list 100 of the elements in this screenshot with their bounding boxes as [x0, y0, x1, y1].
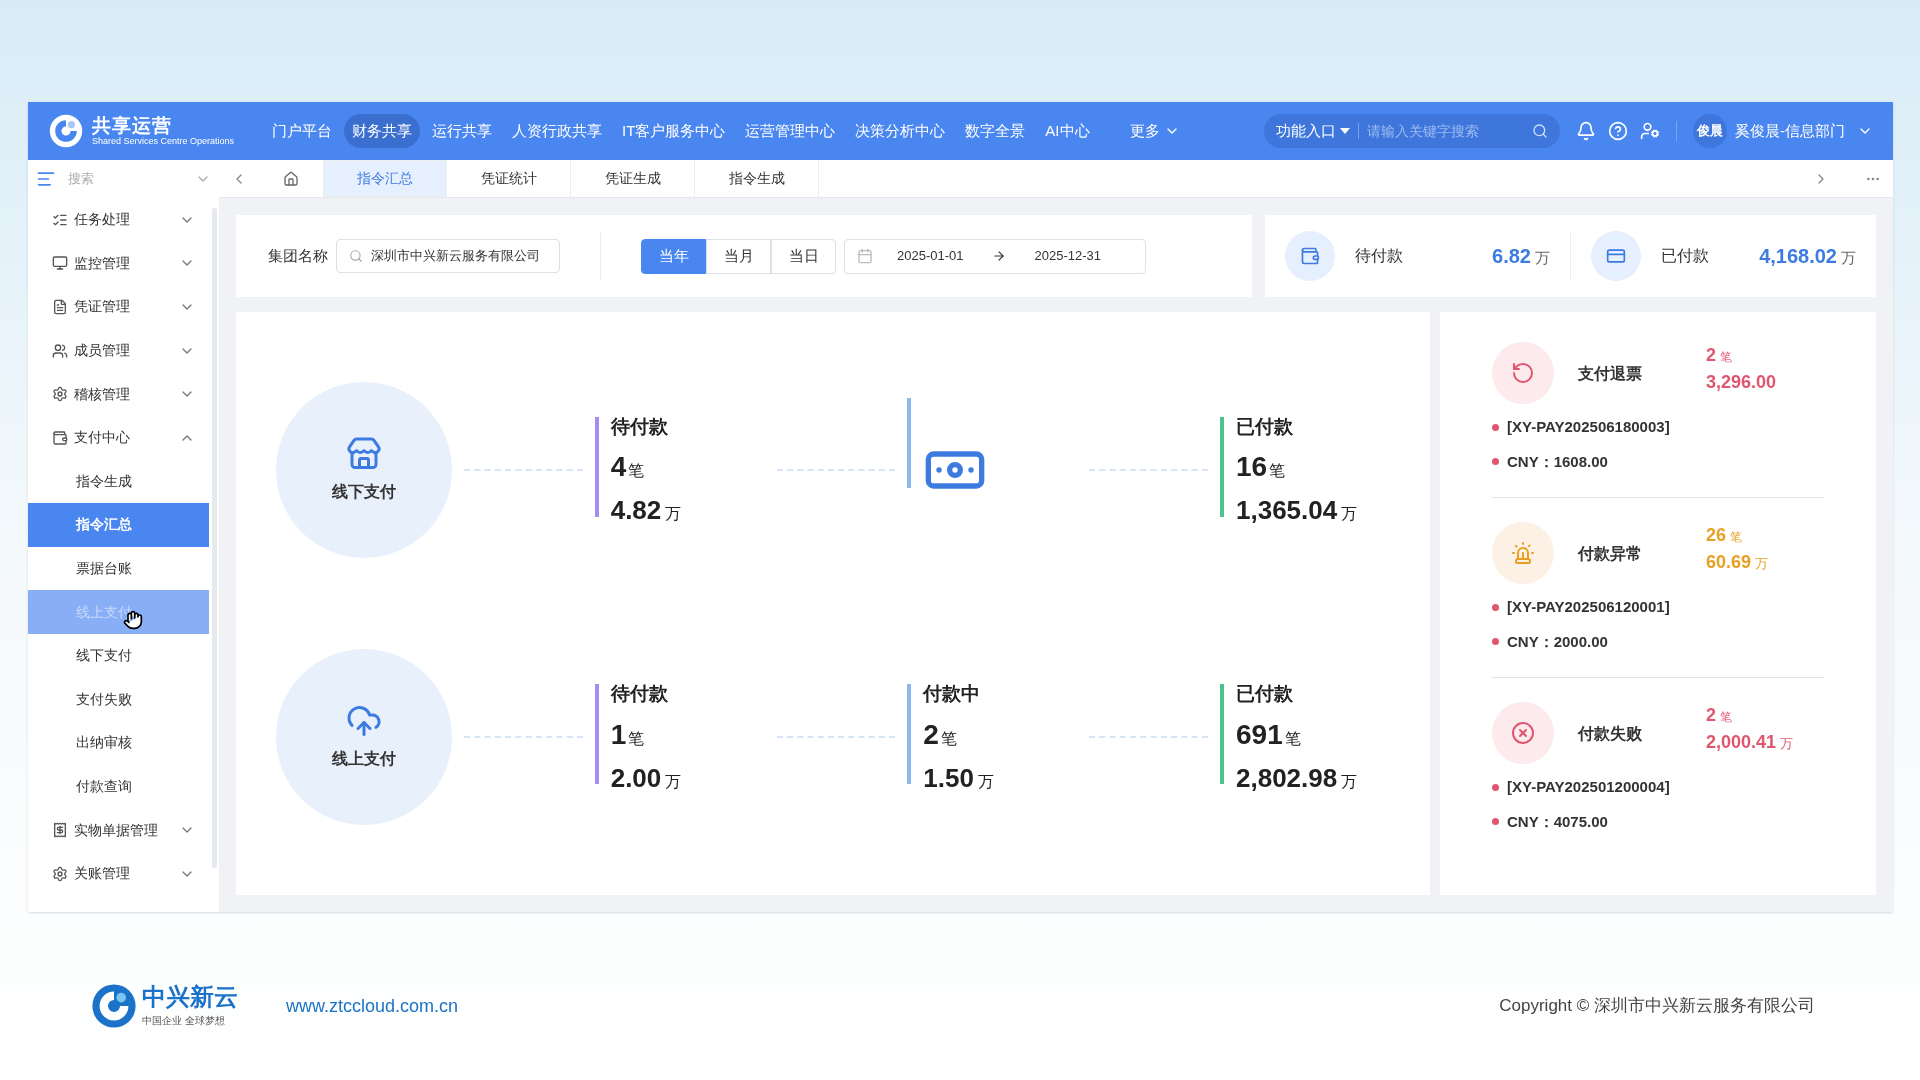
sidebar-search-field[interactable]: 搜索	[68, 169, 178, 189]
nav-tab[interactable]: AI中心	[1037, 113, 1098, 149]
sidebar-menu-item[interactable]: 实物单据管理	[28, 808, 219, 852]
menu-icon[interactable]	[36, 169, 56, 189]
sidebar-menu-item[interactable]: 关账管理	[28, 851, 219, 896]
stage-title: 待付款	[610, 414, 669, 439]
user-avatar[interactable]: 俊晨	[1693, 114, 1727, 148]
nav-tab[interactable]: 运营管理中心	[737, 113, 844, 149]
caret-down-icon	[1340, 128, 1350, 134]
help-icon[interactable]	[1608, 121, 1628, 141]
payment-code: [XY-PAY202506120001]	[1507, 597, 1670, 617]
summary-label: 已付款	[1661, 246, 1709, 266]
search-bar[interactable]: 功能入口 请输入关键字搜索	[1264, 114, 1560, 148]
gear-icon	[52, 865, 68, 882]
alert-title: 付款异常	[1578, 544, 1643, 564]
alert-amount: 60.69 万	[1706, 551, 1769, 574]
nav-tab[interactable]: 运行共享	[424, 113, 500, 149]
search-icon[interactable]	[1532, 123, 1548, 139]
stage-amount: 1,365.04 万	[1236, 497, 1358, 523]
sidebar-submenu-item[interactable]: 指令汇总	[28, 503, 209, 547]
wallet-icon	[52, 429, 68, 446]
stage-amount: 2,802.98 万	[1236, 764, 1358, 791]
nav-tab[interactable]: 更多	[1121, 113, 1188, 149]
sidebar-menu-item[interactable]: 支付中心	[28, 415, 219, 460]
nav-tab[interactable]: 决策分析中心	[847, 113, 954, 149]
logo-icon	[48, 113, 84, 149]
sidebar-menu-item[interactable]: 凭证管理	[28, 285, 219, 329]
user-name[interactable]: 奚俊晨-信息部门	[1735, 119, 1845, 143]
period-button[interactable]: 当月	[706, 238, 771, 274]
alert-title: 付款失败	[1578, 724, 1643, 744]
page-tab[interactable]: 凭证生成	[571, 160, 695, 197]
nav-tab[interactable]: 数字全景	[957, 113, 1034, 149]
receipt-icon	[52, 822, 68, 839]
alert-count: 26 笔	[1706, 524, 1744, 547]
nav-tab[interactable]: 财务共享	[344, 113, 420, 149]
copyright-text: Copyright © 深圳市中兴新云服务有限公司	[1499, 995, 1815, 1018]
refund-icon	[1511, 361, 1535, 385]
scrollbar[interactable]	[212, 208, 217, 868]
search-icon	[349, 249, 363, 263]
siren-icon	[1511, 541, 1535, 565]
alert-count: 2 笔	[1706, 344, 1733, 367]
stage-count: 1笔	[610, 720, 646, 749]
payment-code: [XY-PAY202501200004]	[1507, 777, 1670, 797]
monitor-icon	[52, 255, 68, 272]
close-circle-icon	[1511, 721, 1535, 745]
period-button[interactable]: 当日	[771, 238, 836, 274]
arrow-right-icon	[992, 249, 1006, 263]
function-entry-dropdown[interactable]: 功能入口	[1276, 119, 1350, 143]
store-icon	[346, 435, 382, 472]
payment-amount: CNY：2000.00	[1507, 631, 1608, 652]
payment-type-title: 线下支付	[332, 481, 396, 502]
bell-icon[interactable]	[1576, 121, 1596, 141]
page-tab[interactable]: 指令汇总	[323, 160, 447, 197]
sidebar-submenu-item[interactable]: 指令生成	[28, 459, 209, 504]
user-settings-icon[interactable]	[1640, 121, 1660, 141]
sidebar-submenu-item[interactable]: 支付失败	[28, 677, 209, 722]
period-button[interactable]: 当年	[641, 238, 706, 274]
stage-count: 691笔	[1236, 720, 1302, 749]
website-link[interactable]: www.ztccloud.com.cn	[286, 992, 459, 1020]
wallet-icon	[1300, 246, 1320, 266]
calendar-icon	[857, 248, 873, 264]
alert-amount: 3,296.00	[1706, 371, 1777, 394]
sidebar-submenu-item[interactable]: 票据台账	[28, 546, 209, 591]
sidebar-submenu-item[interactable]: 付款查询	[28, 764, 209, 809]
company-select[interactable]: 深圳市中兴新云服务有限公司	[336, 239, 560, 273]
page-tab[interactable]: 凭证统计	[447, 160, 571, 197]
stage-title: 已付款	[1236, 414, 1294, 439]
payment-amount: CNY：1608.00	[1507, 451, 1608, 472]
stage-title: 已付款	[1236, 682, 1294, 706]
home-icon[interactable]	[283, 170, 299, 187]
nav-tab[interactable]: IT客户服务中心	[614, 113, 734, 149]
payment-amount: CNY：4075.00	[1507, 811, 1608, 832]
gear-icon	[52, 386, 68, 403]
date-range-picker[interactable]: 2025-01-01 2025-12-31	[844, 238, 1146, 274]
stage-count: 2笔	[923, 720, 958, 749]
stage-amount: 2.00 万	[610, 764, 682, 791]
filter-label: 集团名称	[268, 245, 328, 266]
sidebar-menu-item[interactable]: 稽核管理	[28, 372, 219, 416]
stage-amount: 4.82 万	[610, 497, 682, 523]
summary-value: 6.82 万	[1492, 244, 1550, 269]
logo-icon	[90, 982, 138, 1030]
keyword-search-input[interactable]: 请输入关键字搜索	[1367, 120, 1507, 142]
nav-tab[interactable]: 人资行政共享	[504, 113, 610, 149]
nav-tab[interactable]: 门户平台	[264, 113, 340, 149]
alert-amount: 2,000.41 万	[1706, 731, 1794, 754]
sidebar-menu-item[interactable]: 监控管理	[28, 241, 219, 286]
sidebar-submenu-item[interactable]: 线下支付	[28, 633, 209, 678]
users-icon	[52, 342, 68, 359]
sidebar-menu-item[interactable]: 成员管理	[28, 328, 219, 373]
card-icon	[1606, 246, 1626, 266]
footer-brand: 中兴新云	[142, 984, 238, 1009]
page-tab[interactable]: 指令生成	[695, 160, 819, 197]
summary-value: 4,168.02 万	[1759, 244, 1856, 269]
alert-title: 支付退票	[1578, 364, 1643, 384]
stage-title: 付款中	[923, 682, 982, 706]
footer-slogan: 中国企业 全球梦想	[142, 1013, 226, 1028]
sidebar-menu-item[interactable]: 任务处理	[28, 198, 219, 242]
alert-count: 2 笔	[1706, 704, 1733, 727]
logo-subtitle: Shared Services Centre Operations	[92, 137, 235, 146]
sidebar-submenu-item[interactable]: 出纳审核	[28, 721, 209, 765]
